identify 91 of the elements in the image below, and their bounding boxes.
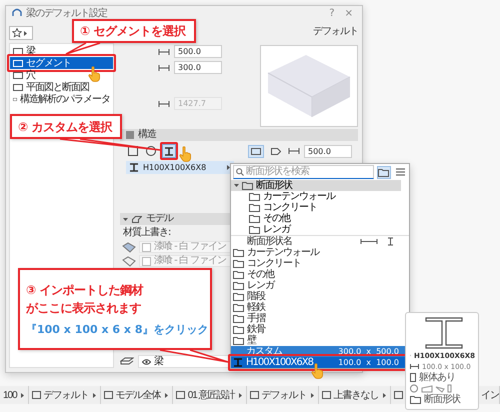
search-box[interactable]: 断面形状を検索 (233, 165, 374, 179)
callout-text: ① セグメントを選択 (80, 23, 187, 40)
folder-icon (233, 281, 244, 290)
folder-icon (233, 259, 244, 268)
width-icon (410, 364, 419, 369)
folder-icon (233, 270, 244, 279)
profile-dropdown[interactable]: H100X100X6X8 (126, 161, 234, 174)
eye-icon (142, 358, 151, 364)
star-icon (12, 28, 22, 38)
width-column-icon (359, 238, 379, 245)
slab-icon (132, 216, 142, 222)
favorites-button[interactable] (9, 26, 33, 40)
hatch-icon (126, 131, 134, 139)
sidebar-item[interactable]: 穴 (10, 69, 113, 81)
flag-icon (271, 148, 281, 154)
dimension-field[interactable]: 500.0 (174, 45, 222, 58)
caret-icon (164, 392, 169, 398)
height-column-icon (388, 237, 393, 246)
status-icon (394, 391, 403, 399)
status-bar-item[interactable]: デフォルト (246, 386, 319, 404)
layers-icon (120, 356, 134, 366)
hand-pointer-icon (88, 66, 101, 82)
core-icon (410, 373, 416, 382)
caret-icon (20, 392, 25, 398)
folder-icon (233, 292, 244, 301)
folder-icon (233, 303, 244, 312)
list-view-button[interactable] (394, 166, 407, 178)
view-button[interactable] (248, 144, 264, 158)
section-title: モデル (146, 213, 173, 225)
folder-icon (249, 203, 260, 212)
width-field[interactable]: 500.0 (304, 144, 352, 158)
dimension-field[interactable]: 300.0 (174, 61, 222, 74)
list-icon (396, 168, 405, 176)
status-icon (250, 391, 259, 399)
folder-icon (249, 192, 260, 201)
status-bar-item[interactable]: デフォルト (28, 386, 101, 404)
caret-icon (226, 165, 231, 170)
beam-app-icon (12, 8, 22, 17)
preset-label: デフォルト (313, 26, 358, 38)
core-label: 躯体あり (419, 372, 455, 383)
circle-icon (146, 146, 156, 156)
status-icon (322, 391, 331, 399)
folder-icon (233, 248, 244, 257)
caret-icon (238, 392, 243, 398)
caret-icon (310, 392, 315, 398)
checkbox[interactable] (142, 256, 151, 266)
profile-list-row[interactable]: 軽鉄 (231, 302, 409, 313)
callout-text: ② カスタムを選択 (18, 118, 114, 136)
column-header: 断面形状名 (246, 236, 293, 248)
caret-icon (382, 392, 387, 398)
tree-item[interactable]: 断面形状 (231, 180, 401, 191)
checkbox[interactable] (142, 242, 151, 252)
profile-list-row[interactable]: コンクリート (231, 258, 409, 269)
folder-icon (233, 336, 244, 345)
dimension-icon (158, 62, 170, 72)
tree-view-button[interactable] (377, 166, 390, 178)
dimension-icon (158, 98, 170, 108)
status-icon (32, 391, 41, 399)
override-label: 材質上書き: (122, 227, 170, 239)
profile-list-row[interactable]: カーテンウォール (231, 247, 409, 258)
dimension-icon (158, 46, 170, 56)
folder-icon (242, 181, 253, 190)
status-bar-item[interactable]: 01 意匠設計 (172, 386, 247, 404)
window-title: 梁のデフォルト設定 (26, 8, 108, 20)
caret-icon (92, 392, 97, 398)
profile-list-row[interactable]: その他 (231, 269, 409, 280)
folder-icon (249, 225, 260, 234)
status-bar-item[interactable]: 100 (0, 386, 29, 404)
folder-icon (378, 168, 390, 176)
profile-list-row[interactable]: 階段 (231, 291, 409, 302)
status-icon (176, 391, 185, 399)
search-icon (236, 168, 244, 176)
folder-icon (233, 325, 244, 334)
dimension-icon (288, 146, 300, 156)
folder-icon (249, 214, 260, 223)
folder-icon (410, 395, 421, 404)
status-icon (104, 391, 113, 399)
status-bar-item[interactable]: モデル全体 (100, 386, 173, 404)
sidebar-item[interactable]: 構造解析のパラメータ (10, 93, 113, 105)
sidebar-item[interactable]: 平面図と断面図 (10, 81, 113, 93)
shape-button[interactable] (144, 144, 158, 158)
material-icon (122, 242, 136, 252)
caret-icon (23, 30, 28, 36)
status-bar-item[interactable]: 上書きなし (318, 386, 391, 404)
rectangle-icon (251, 148, 261, 154)
folder-label: 断面形状 (424, 394, 460, 405)
profile-list-row[interactable]: レンガ (231, 280, 409, 291)
hand-pointer-icon (179, 146, 192, 162)
folder-icon (233, 314, 244, 323)
callout-text: ③ インポートした鋼材 がここに表示されます (26, 282, 144, 317)
section-title: 構造 (138, 129, 156, 141)
